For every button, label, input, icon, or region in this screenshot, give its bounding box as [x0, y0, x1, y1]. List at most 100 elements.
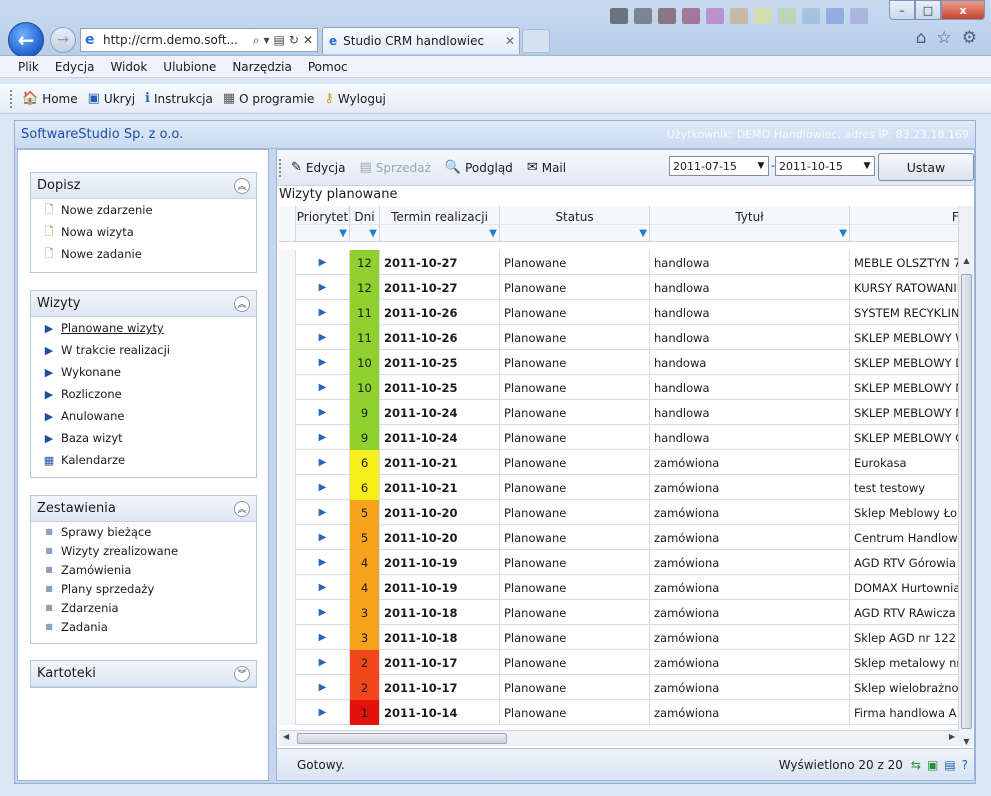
row-selector[interactable] — [279, 250, 296, 275]
col-days[interactable]: Dni ▼ — [350, 206, 380, 242]
cmd-instrukcja[interactable]: ℹ Instrukcja — [145, 91, 213, 106]
table-row[interactable]: ▶ 2 2011-10-17 Planowane zamówiona Sklep wiel… — [279, 675, 974, 700]
expand-arrow-icon[interactable]: ▶ — [296, 700, 350, 725]
date-to-picker[interactable]: 2011-10-15 ▼ — [775, 156, 875, 176]
refresh-icon[interactable]: ⇆ — [911, 758, 921, 772]
report-current-cases[interactable]: ■ Sprawy bieżące — [31, 522, 256, 541]
export-icon[interactable]: ▣ — [927, 758, 938, 772]
search-icon[interactable]: ⌕ — [253, 33, 260, 48]
filter-icon[interactable]: ▼ — [369, 228, 377, 239]
scroll-down-icon[interactable]: ▼ — [959, 737, 974, 746]
mail-button[interactable]: ✉ Mail — [527, 160, 566, 175]
table-row[interactable]: ▶ 3 2011-10-18 Planowane zamówiona AGD RTV RA… — [279, 600, 974, 625]
menu-plik[interactable]: Plik — [10, 60, 47, 74]
table-row[interactable]: ▶ 1 2011-10-14 Planowane zamówiona Firma hand… — [279, 700, 974, 725]
apply-button[interactable]: Ustaw — [878, 153, 974, 181]
row-selector[interactable] — [279, 375, 296, 400]
menu-widok[interactable]: Widok — [102, 60, 155, 74]
visits-base-item[interactable]: ▶ Baza wizyt — [31, 427, 256, 449]
expand-arrow-icon[interactable]: ▶ — [296, 500, 350, 525]
col-due-date[interactable]: Termin realizacji ▼ — [380, 206, 500, 242]
col-priority[interactable]: Priorytet ▼ — [296, 206, 350, 242]
cmd-o-programie[interactable]: ▦ O programie — [223, 91, 315, 106]
col-title[interactable]: Tytuł ▼ — [650, 206, 850, 242]
table-row[interactable]: ▶ 10 2011-10-25 Planowane handowa SKLEP MEBLO… — [279, 350, 974, 375]
visits-planned-item[interactable]: ▶ Planowane wizyty — [31, 317, 256, 339]
row-selector[interactable] — [279, 575, 296, 600]
new-visit-item[interactable]: 🗋 Nowa wizyta — [31, 221, 256, 243]
menu-edycja[interactable]: Edycja — [47, 60, 103, 74]
compat-view-icon[interactable]: ▤ — [274, 33, 285, 48]
table-row[interactable]: ▶ 2 2011-10-17 Planowane zamówiona Sklep meta… — [279, 650, 974, 675]
table-row[interactable]: ▶ 5 2011-10-20 Planowane zamówiona Centrum Ha… — [279, 525, 974, 550]
expand-arrow-icon[interactable]: ▶ — [296, 325, 350, 350]
cmd-home[interactable]: 🏠 Home — [22, 91, 78, 106]
scroll-up-icon[interactable]: ▲ — [959, 256, 974, 265]
table-row[interactable]: ▶ 4 2011-10-19 Planowane zamówiona DOMAX Hurt… — [279, 575, 974, 600]
menu-ulubione[interactable]: Ulubione — [155, 60, 224, 74]
report-sales-plans[interactable]: ■ Plany sprzedaży — [31, 579, 256, 598]
table-row[interactable]: ▶ 12 2011-10-27 Planowane handlowa KURSY RATO… — [279, 275, 974, 300]
horizontal-scrollbar[interactable]: ◀ ▶ — [279, 730, 959, 746]
expand-down-icon[interactable]: ︾ — [234, 665, 250, 682]
horizontal-scroll-thumb[interactable] — [297, 733, 507, 744]
expand-arrow-icon[interactable]: ▶ — [296, 250, 350, 275]
address-bar[interactable]: e http://crm.demo.soft... ⌕ ▾ ▤ ↻ ✕ — [80, 28, 318, 52]
row-selector[interactable] — [279, 600, 296, 625]
tab-close-icon[interactable]: ✕ — [501, 34, 519, 48]
collapse-up-icon[interactable]: ︽ — [234, 295, 250, 312]
report-completed-visits[interactable]: ■ Wizyty zrealizowane — [31, 541, 256, 560]
address-url[interactable]: http://crm.demo.soft... — [103, 33, 253, 47]
table-row[interactable]: ▶ 12 2011-10-27 Planowane handlowa MEBLE OLSZ… — [279, 250, 974, 275]
scroll-right-icon[interactable]: ▶ — [949, 732, 955, 741]
kartoteki-header[interactable]: Kartoteki ︾ — [31, 661, 256, 687]
close-button[interactable]: x — [941, 0, 985, 20]
wizyty-header[interactable]: Wizyty ︽ — [31, 291, 256, 317]
row-selector[interactable] — [279, 500, 296, 525]
report-tasks[interactable]: ■ Zadania — [31, 617, 256, 636]
toolbar-grip[interactable] — [279, 158, 283, 177]
filter-icon[interactable]: ▼ — [489, 228, 497, 239]
expand-arrow-icon[interactable]: ▶ — [296, 350, 350, 375]
row-selector[interactable] — [279, 675, 296, 700]
table-row[interactable]: ▶ 10 2011-10-25 Planowane handlowa SKLEP MEBL… — [279, 375, 974, 400]
table-row[interactable]: ▶ 3 2011-10-18 Planowane zamówiona Sklep AGD … — [279, 625, 974, 650]
expand-arrow-icon[interactable]: ▶ — [296, 600, 350, 625]
visits-settled-item[interactable]: ▶ Rozliczone — [31, 383, 256, 405]
expand-arrow-icon[interactable]: ▶ — [296, 400, 350, 425]
menu-narzedzia[interactable]: Narzędzia — [224, 60, 300, 74]
scroll-left-icon[interactable]: ◀ — [283, 732, 289, 741]
table-row[interactable]: ▶ 6 2011-10-21 Planowane zamówiona test testo… — [279, 475, 974, 500]
row-selector[interactable] — [279, 650, 296, 675]
expand-arrow-icon[interactable]: ▶ — [296, 425, 350, 450]
row-selector[interactable] — [279, 425, 296, 450]
visits-done-item[interactable]: ▶ Wykonane — [31, 361, 256, 383]
report-orders[interactable]: ■ Zamówienia — [31, 560, 256, 579]
expand-arrow-icon[interactable]: ▶ — [296, 575, 350, 600]
row-selector[interactable] — [279, 275, 296, 300]
collapse-up-icon[interactable]: ︽ — [234, 500, 250, 517]
visits-inprogress-item[interactable]: ▶ W trakcie realizacji — [31, 339, 256, 361]
browser-tab[interactable]: e Studio CRM handlowiec ✕ — [322, 27, 520, 54]
new-tab-button[interactable] — [522, 29, 550, 53]
expand-arrow-icon[interactable]: ▶ — [296, 300, 350, 325]
collapse-up-icon[interactable]: ︽ — [234, 177, 250, 194]
expand-arrow-icon[interactable]: ▶ — [296, 650, 350, 675]
row-selector[interactable] — [279, 325, 296, 350]
maximize-button[interactable]: □ — [915, 0, 941, 20]
dropdown-arrow-icon[interactable]: ▼ — [860, 161, 874, 171]
cmd-ukryj[interactable]: ▣ Ukryj — [88, 91, 135, 106]
report-events[interactable]: ■ Zdarzenia — [31, 598, 256, 617]
table-row[interactable]: ▶ 9 2011-10-24 Planowane handlowa SKLEP MEBLO… — [279, 400, 974, 425]
back-button[interactable]: ← — [8, 22, 44, 58]
print-icon[interactable]: ▤ — [944, 758, 955, 772]
row-selector[interactable] — [279, 400, 296, 425]
refresh-icon[interactable]: ↻ — [289, 33, 299, 48]
row-selector[interactable] — [279, 700, 296, 725]
vertical-scroll-thumb[interactable] — [961, 274, 972, 729]
filter-icon[interactable]: ▼ — [339, 228, 347, 239]
table-row[interactable]: ▶ 6 2011-10-21 Planowane zamówiona Eurokasa — [279, 450, 974, 475]
expand-arrow-icon[interactable]: ▶ — [296, 450, 350, 475]
table-row[interactable]: ▶ 5 2011-10-20 Planowane zamówiona Sklep Mebl… — [279, 500, 974, 525]
settings-gear-icon[interactable]: ⚙ — [962, 28, 977, 48]
